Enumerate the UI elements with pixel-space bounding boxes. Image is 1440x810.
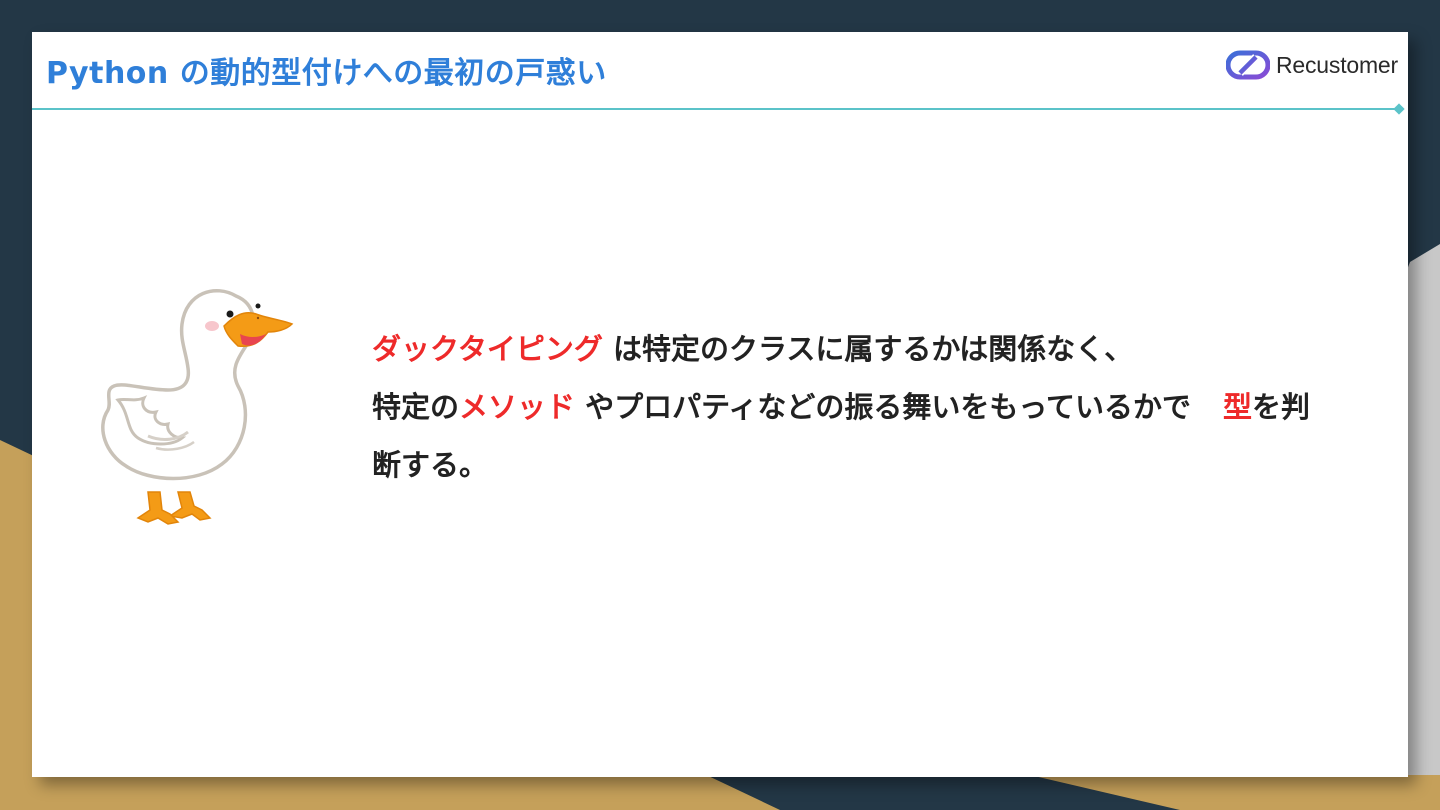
logo-text: Recustomer — [1276, 51, 1398, 78]
body-line-3: 断する。 — [372, 436, 1332, 494]
body-line-2-prefix: 特定の — [372, 390, 460, 424]
body-line-2-middle: やプロパティなどの振る舞いをもっているかで — [575, 390, 1191, 424]
page-title: Python の動的型付けへの最初の戸惑い — [46, 56, 607, 91]
header-divider-end — [1393, 103, 1405, 115]
body-line-3-text: 断する。 — [372, 448, 489, 482]
header-divider — [32, 108, 1396, 110]
slide-stage: Python の動的型付けへの最初の戸惑い Recustomer ダックタイピン… — [0, 0, 1440, 810]
recustomer-logo-icon — [1226, 50, 1270, 80]
duck-icon — [101, 288, 294, 525]
body-line-2: 特定のメソッド やプロパティなどの振る舞いをもっているかで 型を判 — [372, 378, 1332, 436]
body-line-2-suffix: を判 — [1251, 390, 1310, 424]
body-line-1: ダックタイピング は特定のクラスに属するかは関係なく、 — [372, 320, 1332, 378]
duck-typing-term: ダックタイピング — [372, 332, 603, 366]
slide-canvas: Python の動的型付けへの最初の戸惑い Recustomer ダックタイピン… — [32, 32, 1408, 777]
brand-logo: Recustomer — [1226, 50, 1398, 80]
body-text: ダックタイピング は特定のクラスに属するかは関係なく、 特定のメソッド やプロパ… — [372, 320, 1332, 494]
body-line-1-rest: は特定のクラスに属するかは関係なく、 — [602, 332, 1134, 366]
type-term: 型 — [1222, 390, 1252, 424]
method-term: メソッド — [459, 390, 576, 424]
